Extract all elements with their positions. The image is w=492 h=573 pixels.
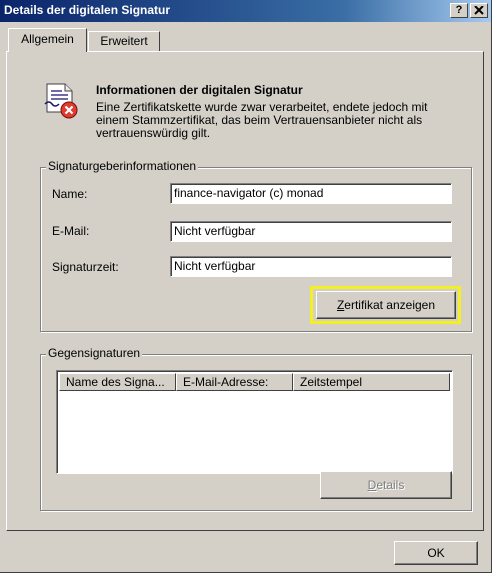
help-button[interactable]: ? — [450, 3, 468, 18]
title-bar[interactable]: Details der digitalen Signatur ? — [0, 0, 491, 22]
tab-panel-allgemein — [6, 51, 484, 531]
close-icon — [474, 5, 484, 15]
ok-button[interactable]: OK — [394, 541, 478, 565]
signature-details-dialog: Details der digitalen Signatur ? Allgeme… — [0, 0, 492, 573]
tab-erweitert[interactable]: Erweitert — [88, 31, 160, 51]
window-title: Details der digitalen Signatur — [4, 3, 171, 17]
tab-allgemein[interactable]: Allgemein — [8, 28, 87, 52]
close-button[interactable] — [470, 3, 488, 18]
